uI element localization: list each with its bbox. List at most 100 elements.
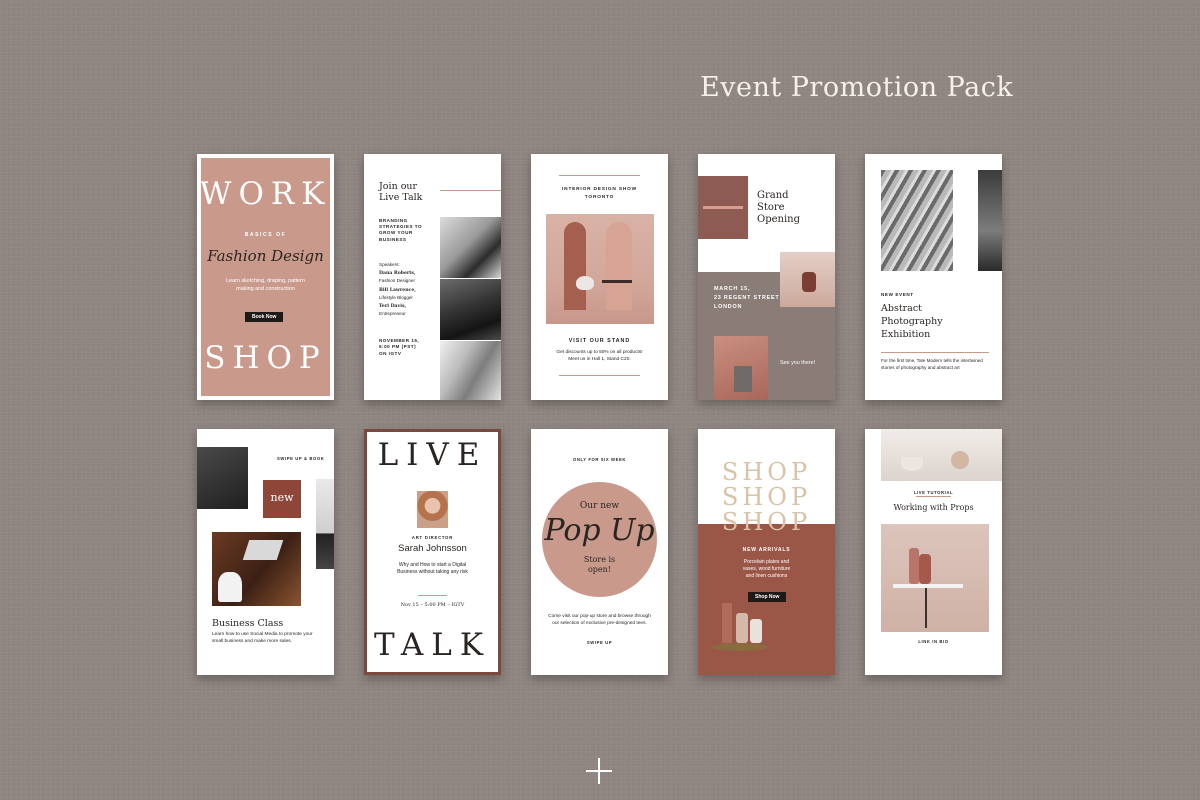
vase-shape — [919, 554, 931, 584]
shop-word-1: SHOP — [721, 458, 812, 486]
business-title: Business Class — [212, 618, 284, 629]
divider-line — [881, 352, 989, 353]
card-grand-opening[interactable]: Grand Store Opening MARCH 15, 23 REGENT … — [698, 154, 835, 400]
livetalk-title: Join our Live Talk — [379, 181, 423, 204]
vase-shape — [909, 548, 919, 584]
plus-icon — [586, 758, 612, 784]
leaf-photo — [881, 170, 953, 271]
speaker-1-name: Dana Roberts, — [379, 271, 416, 276]
shop-word-2: SHOP — [721, 483, 812, 511]
live-word: LIVE — [377, 437, 488, 473]
laptop-shape — [242, 540, 284, 560]
box-shape — [734, 366, 752, 392]
popup-script: Pop Up — [544, 513, 655, 548]
screen-panel — [564, 222, 586, 310]
interior-cta: VISIT OUR STAND — [568, 338, 631, 344]
desk-photo-2 — [212, 532, 301, 606]
card-live-talk-portrait[interactable]: LIVE ART DIRECTOR Sarah Johnsson Why and… — [364, 429, 501, 675]
opening-city: LONDON — [714, 304, 743, 310]
interior-title: INTERIOR DESIGN SHOW — [562, 187, 637, 192]
business-body: Learn how to use Social Media to promote… — [212, 632, 313, 644]
chair-shape — [218, 572, 242, 602]
table-leg — [925, 588, 927, 628]
vase-shape — [736, 613, 748, 643]
vase-shape — [802, 272, 816, 292]
props-photo — [881, 524, 989, 632]
card-popup[interactable]: ONLY FOR SIX WEEK Our new Pop Up Store i… — [531, 429, 668, 675]
director-body: Why and How to start a Digital Business … — [397, 562, 468, 576]
store-photo — [698, 176, 748, 239]
livetalk-date: NOVEMBER 15, 5:00 PM (PST) ON IGTV — [379, 338, 420, 356]
exhibition-body: For the first time, Tate Modern tells th… — [881, 358, 983, 370]
shop-word-3: SHOP — [721, 508, 812, 536]
card-workshop[interactable]: WORK BASICS OF Fashion Design Learn sket… — [197, 154, 334, 400]
workshop-word-top: WORK — [199, 176, 332, 212]
workshop-kicker: BASICS OF — [244, 232, 287, 238]
divider-line — [559, 375, 640, 376]
chair-shape — [576, 276, 594, 290]
popup-line2: Store is open! — [583, 555, 616, 575]
exhibition-title: Abstract Photography Exhibition — [881, 303, 943, 340]
interior-body: Get discounts up to 50% on all products!… — [556, 350, 643, 362]
arrivals-kicker: NEW ARRIVALS — [742, 547, 791, 553]
props-footer[interactable]: LINK IN BIO — [865, 639, 1002, 644]
director-role: ART DIRECTOR — [411, 535, 454, 540]
laptop-photo — [316, 479, 334, 569]
new-badge: new — [263, 480, 301, 518]
dune-photo — [978, 170, 1002, 271]
business-swipe: SWIPE UP & BOOK — [277, 456, 325, 461]
talk-word: TALK — [373, 627, 492, 663]
popup-kicker: ONLY FOR SIX WEEK — [572, 457, 626, 462]
card-props[interactable]: LIVE TUTORIAL Working with Props LINK IN… — [865, 429, 1002, 675]
opening-note: See you there! — [780, 360, 816, 366]
card-exhibition[interactable]: NEW EVENT Abstract Photography Exhibitio… — [865, 154, 1002, 400]
divider-line — [559, 175, 640, 176]
sphere-shape — [951, 451, 969, 469]
popup-line1: Our new — [579, 501, 620, 511]
card-shop-arrivals[interactable]: SHOP SHOP SHOP NEW ARRIVALS Porcelain pl… — [698, 429, 835, 675]
bowl-shape — [901, 457, 923, 471]
props-title: Working with Props — [893, 503, 974, 512]
exhibition-kicker: NEW EVENT — [881, 292, 914, 297]
speaker-2-role: Lifestyle Blogger — [379, 295, 413, 300]
vase-photo — [780, 252, 835, 307]
vases-shape — [714, 597, 766, 645]
speakers-label: Speakers: — [379, 262, 400, 267]
speaker-photo-1 — [440, 217, 501, 278]
card-interior-design[interactable]: INTERIOR DESIGN SHOW TORONTO VISIT OUR S… — [531, 154, 668, 400]
props-top-photo — [881, 429, 1002, 481]
workshop-script: Fashion Design — [207, 247, 324, 265]
divider-line — [418, 595, 447, 596]
divider-line — [440, 190, 501, 191]
divider-line — [916, 496, 951, 497]
new-badge-label: new — [270, 491, 294, 504]
workshop-book-button[interactable]: Book Now — [245, 312, 284, 322]
pack-title: Event Promotion Pack — [700, 72, 1014, 103]
stool-shape — [712, 643, 768, 651]
interior-photo — [546, 214, 654, 324]
card-live-talk-speakers[interactable]: Join our Live Talk BRANDING STRATEGIES T… — [364, 154, 501, 400]
director-name: Sarah Johnsson — [398, 543, 467, 554]
opening-date: MARCH 15, — [714, 286, 751, 292]
director-photo — [417, 491, 448, 528]
livetalk-subtitle: BRANDING STRATEGIES TO GROW YOUR BUSINES… — [379, 218, 423, 242]
screen-panel — [606, 222, 632, 310]
props-kicker: LIVE TUTORIAL — [913, 490, 954, 495]
table-shape — [893, 584, 963, 588]
opening-title: Grand Store Opening — [757, 190, 800, 225]
interior-city: TORONTO — [584, 195, 615, 200]
speaker-2-name: Bill Lawrence, — [379, 288, 416, 293]
speaker-3-name: Teri Davis, — [379, 304, 407, 309]
workshop-body: Learn sketching, draping, pattern making… — [226, 278, 305, 292]
card-business-class[interactable]: SWIPE UP & BOOK new Business Class Learn… — [197, 429, 334, 675]
chairs-shape — [703, 206, 743, 225]
background-texture — [0, 0, 1200, 800]
desk-photo-1 — [197, 447, 248, 509]
vase-shape — [722, 603, 732, 643]
speaker-photo-3 — [440, 341, 501, 400]
arrivals-body: Porcelain plates and vases, wood furnitu… — [742, 559, 791, 579]
director-date: Nov 15 – 5:00 PM – IGTV — [400, 602, 465, 608]
speaker-3-role: Entrepreneur — [379, 311, 406, 316]
popup-swipe[interactable]: SWIPE UP — [531, 640, 668, 645]
table-shape — [602, 280, 632, 283]
